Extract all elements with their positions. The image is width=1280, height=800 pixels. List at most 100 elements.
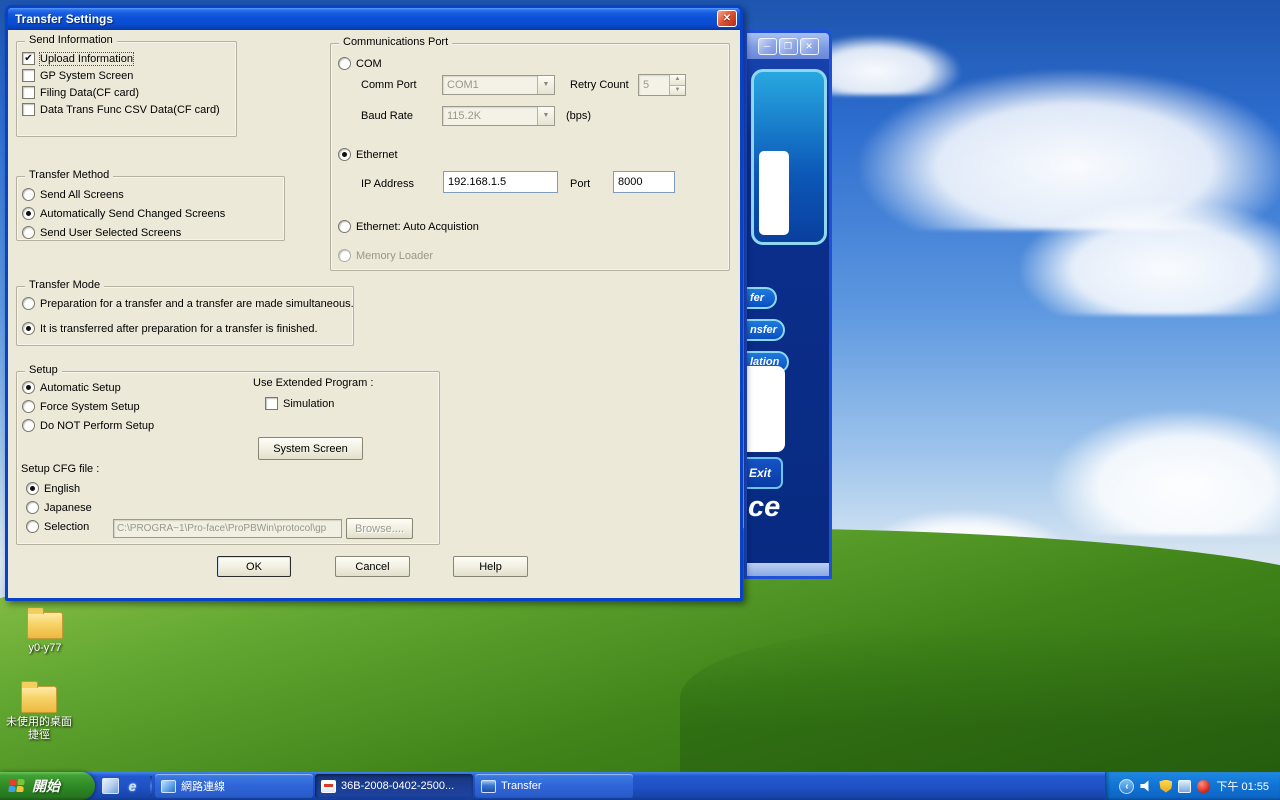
radio-label: Japanese (44, 502, 92, 514)
desktop-icon-y0-y77[interactable]: y0-y77 (10, 612, 80, 655)
dialog-titlebar[interactable]: Transfer Settings ✕ (8, 8, 740, 30)
windows-logo-icon (8, 779, 27, 794)
radio-label: Ethernet: Auto Acquistion (356, 221, 479, 233)
display-icon[interactable] (1178, 780, 1191, 793)
background-window-white-panel (759, 151, 789, 235)
radio-icon (22, 419, 35, 432)
cfg-selection-radio[interactable]: Selection (26, 520, 89, 533)
auto-send-changed-screens-radio[interactable]: Automatically Send Changed Screens (22, 207, 225, 220)
taskbar: 開始 e 網路連線 36B-2008-0402-2500... Transfer… (0, 772, 1280, 800)
group-legend: Transfer Method (25, 169, 113, 181)
radio-icon (22, 381, 35, 394)
dropdown-arrow-icon: ▼ (537, 107, 554, 125)
background-window-button[interactable]: fer (747, 287, 777, 309)
internet-explorer-icon[interactable]: e (124, 778, 141, 794)
system-screen-button[interactable]: System Screen (258, 437, 363, 460)
radio-label: Automatically Send Changed Screens (40, 208, 225, 220)
port-input[interactable] (613, 171, 675, 193)
after-preparation-transfer-radio[interactable]: It is transferred after preparation for … (22, 322, 318, 335)
dropdown-arrow-icon: ▼ (537, 76, 554, 94)
radio-icon (338, 220, 351, 233)
folder-icon (21, 686, 57, 713)
baud-rate-select: 115.2K ▼ (442, 106, 555, 126)
com-radio[interactable]: COM (338, 57, 382, 70)
ethernet-radio[interactable]: Ethernet (338, 148, 398, 161)
background-window-list-panel (747, 366, 785, 452)
cancel-button[interactable]: Cancel (335, 556, 410, 577)
desktop-icon-unused-shortcuts[interactable]: 未使用的桌面捷徑 (4, 686, 74, 742)
checkbox-icon (22, 103, 35, 116)
network-connections-icon (161, 780, 176, 793)
minimize-icon[interactable]: ─ (758, 38, 777, 55)
cloud (1050, 410, 1280, 535)
background-window-titlebar[interactable]: ─ ❐ ✕ (747, 33, 829, 59)
radio-label: English (44, 483, 80, 495)
gp-system-screen-checkbox[interactable]: GP System Screen (22, 69, 133, 82)
volume-icon[interactable] (1140, 780, 1153, 793)
baud-rate-value: 115.2K (443, 107, 537, 125)
upload-information-checkbox[interactable]: Upload Information (22, 52, 133, 65)
send-user-selected-screens-radio[interactable]: Send User Selected Screens (22, 226, 181, 239)
setup-cfg-file-label: Setup CFG file : (21, 463, 99, 475)
browse-button: Browse.... (346, 518, 413, 539)
radio-icon (22, 226, 35, 239)
group-legend: Transfer Mode (25, 279, 104, 291)
exit-button[interactable]: Exit (747, 457, 783, 489)
radio-label: COM (356, 58, 382, 70)
start-button[interactable]: 開始 (0, 772, 95, 800)
cfg-english-radio[interactable]: English (26, 482, 80, 495)
help-button[interactable]: Help (453, 556, 528, 577)
spin-up-icon: ▲ (669, 75, 685, 85)
automatic-setup-radio[interactable]: Automatic Setup (22, 381, 121, 394)
dialog-body: Send Information Upload Information GP S… (8, 30, 740, 598)
task-label: 36B-2008-0402-2500... (341, 780, 454, 792)
ok-button[interactable]: OK (217, 556, 291, 577)
simultaneous-transfer-radio[interactable]: Preparation for a transfer and a transfe… (22, 297, 354, 310)
cloud (1020, 200, 1280, 315)
force-system-setup-radio[interactable]: Force System Setup (22, 400, 140, 413)
ip-address-input[interactable] (443, 171, 558, 193)
background-window[interactable]: ─ ❐ ✕ fer nsfer lation Exit ce (744, 30, 832, 579)
port-label: Port (570, 178, 590, 190)
checkbox-label: Data Trans Func CSV Data(CF card) (40, 104, 220, 116)
dialog-title: Transfer Settings (15, 12, 113, 26)
system-tray: ‹ 下午 01:55 (1105, 772, 1280, 800)
spinner-buttons: ▲▼ (669, 75, 685, 95)
desktop-icon-label: y0-y77 (10, 642, 80, 655)
hidden-icons-chevron-icon[interactable]: ‹ (1119, 779, 1134, 794)
radio-icon (338, 57, 351, 70)
radio-label: Force System Setup (40, 401, 140, 413)
close-icon[interactable]: ✕ (717, 10, 737, 27)
cfg-japanese-radio[interactable]: Japanese (26, 501, 92, 514)
radio-label: It is transferred after preparation for … (40, 323, 318, 335)
show-desktop-icon[interactable] (102, 778, 119, 794)
radio-icon (338, 249, 351, 262)
start-button-label: 開始 (32, 776, 60, 796)
background-window-button[interactable]: nsfer (747, 319, 785, 341)
ip-address-label: IP Address (361, 178, 414, 190)
taskbar-task-project-file[interactable]: 36B-2008-0402-2500... (315, 774, 473, 798)
radio-label: Send All Screens (40, 189, 124, 201)
checkbox-icon (22, 86, 35, 99)
checkbox-icon (22, 52, 35, 65)
do-not-perform-setup-radio[interactable]: Do NOT Perform Setup (22, 419, 154, 432)
radio-icon (26, 520, 39, 533)
maximize-icon[interactable]: ❐ (779, 38, 798, 55)
radio-label: Selection (44, 521, 89, 533)
checkbox-icon (22, 69, 35, 82)
close-icon[interactable]: ✕ (800, 38, 819, 55)
taskbar-task-transfer[interactable]: Transfer (475, 774, 633, 798)
send-all-screens-radio[interactable]: Send All Screens (22, 188, 124, 201)
taskbar-task-network-connections[interactable]: 網路連線 (155, 774, 313, 798)
transfer-app-icon (481, 780, 496, 793)
radio-label: Ethernet (356, 149, 398, 161)
security-shield-icon[interactable] (1159, 780, 1172, 793)
simulation-checkbox[interactable]: Simulation (265, 397, 334, 410)
ethernet-auto-acquisition-radio[interactable]: Ethernet: Auto Acquistion (338, 220, 479, 233)
filing-data-checkbox[interactable]: Filing Data(CF card) (22, 86, 139, 99)
proface-logo-fragment: ce (748, 491, 780, 524)
radio-icon (26, 501, 39, 514)
messenger-icon[interactable] (1197, 780, 1210, 793)
retry-count-value: 5 (639, 75, 669, 95)
data-trans-func-csv-checkbox[interactable]: Data Trans Func CSV Data(CF card) (22, 103, 220, 116)
